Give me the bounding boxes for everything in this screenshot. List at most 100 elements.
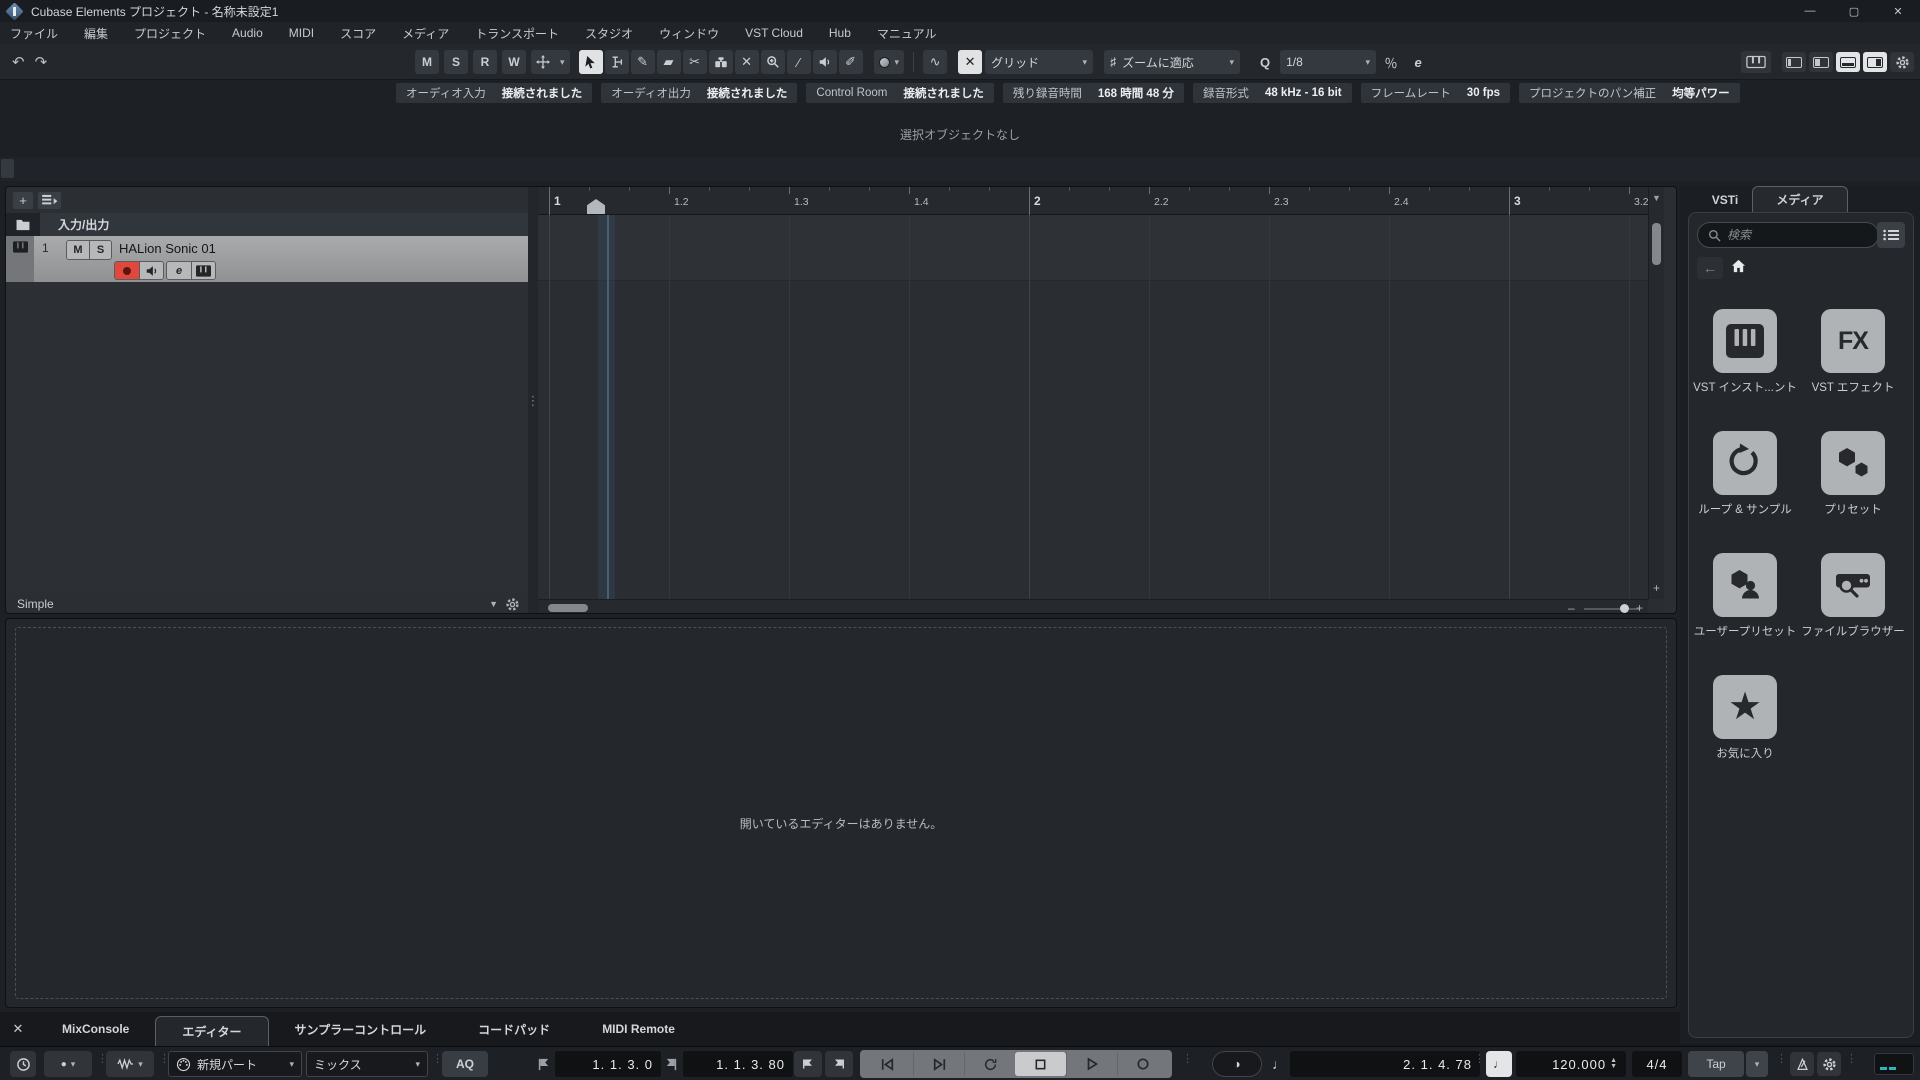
open-instrument-button[interactable] — [191, 262, 215, 279]
project-cursor[interactable] — [607, 215, 609, 599]
track-solo-button[interactable]: S — [89, 241, 111, 259]
menu-audio[interactable]: Audio — [232, 26, 263, 40]
quantize-panel-button[interactable]: e — [1406, 50, 1430, 74]
record-button[interactable] — [1117, 1052, 1168, 1076]
audio-performance-meter[interactable] — [1874, 1053, 1914, 1075]
close-button[interactable]: ✕ — [1876, 0, 1920, 22]
tile-presets[interactable] — [1821, 431, 1885, 495]
tempo-field[interactable]: 120.000 ▲ ▼ — [1516, 1051, 1626, 1077]
auto-scroll-button[interactable]: ▾ — [531, 50, 570, 74]
window-layout-setup-button[interactable] — [1890, 52, 1914, 72]
record-mode-selector[interactable]: ● ▾ — [44, 1051, 92, 1077]
timeline-ruler[interactable]: 1 1.2 1.3 1.4 2 2.2 2.3 2.4 3 3.2 — [538, 187, 1664, 215]
on-screen-keyboard-button[interactable] — [1741, 51, 1771, 73]
tile-user-presets[interactable] — [1713, 553, 1777, 617]
track-list-splitter[interactable]: ⋮ — [527, 187, 540, 613]
punch-out-button[interactable] — [825, 1051, 853, 1077]
info-record-time[interactable]: 残り録音時間 168 時間 48 分 — [1002, 82, 1184, 103]
left-locator-field[interactable]: 1. 1. 3. 0 — [555, 1051, 661, 1077]
zoom-preset-select[interactable]: ♯ ズームに適応 ▾ — [1104, 50, 1241, 74]
monitor-button[interactable] — [139, 262, 163, 279]
horizontal-scrollbar[interactable]: – + — [538, 599, 1648, 613]
maximize-button[interactable]: ▢ — [1832, 0, 1876, 22]
left-zone-handle[interactable] — [1, 159, 14, 178]
menu-manual[interactable]: マニュアル — [877, 25, 937, 42]
metronome-button[interactable] — [1790, 1052, 1814, 1076]
mute-all-button[interactable]: M — [415, 50, 439, 74]
metronome-setup-gear-icon[interactable] — [1817, 1052, 1841, 1076]
instrument-track[interactable]: 1 M S HALion Sonic 01 e — [6, 236, 528, 282]
time-signature-field[interactable]: 4/4 — [1632, 1051, 1682, 1077]
toggle-left-zone-button[interactable] — [1782, 52, 1806, 72]
cycle-button[interactable] — [964, 1052, 1015, 1076]
tab-editor[interactable]: エディター — [155, 1016, 269, 1046]
range-selection-tool[interactable] — [604, 50, 629, 74]
toggle-right-zone-button[interactable] — [1863, 52, 1887, 72]
track-height-preset[interactable]: Simple — [17, 597, 54, 611]
toggle-lower-zone-button[interactable] — [1836, 52, 1860, 72]
tab-vsti[interactable]: VSTi — [1700, 188, 1750, 212]
info-frame-rate[interactable]: フレームレート 30 fps — [1360, 82, 1511, 103]
tab-media[interactable]: メディア — [1752, 186, 1848, 212]
tab-chord-pads[interactable]: コードパッド — [452, 1012, 576, 1046]
midi-record-mode-selector[interactable]: 新規パート ▾ — [168, 1051, 302, 1077]
info-pan-law[interactable]: プロジェクトのパン補正 均等パワー — [1519, 82, 1740, 103]
snap-type-button[interactable]: ✕ — [958, 50, 983, 74]
tile-loops-samples[interactable] — [1713, 431, 1777, 495]
jog-shuttle-button[interactable]: ◑ — [1212, 1051, 1262, 1077]
right-locator-field[interactable]: 1. 1. 3. 80 — [683, 1051, 793, 1077]
track-presets-button[interactable] — [38, 191, 61, 209]
grid-type-select[interactable]: グリッド ▾ — [985, 50, 1094, 74]
audio-record-mode-selector[interactable]: ▾ — [106, 1051, 154, 1077]
glue-tool[interactable] — [708, 50, 733, 74]
menu-studio[interactable]: スタジオ — [585, 25, 633, 42]
time-format-icon[interactable]: ♩ — [1272, 1056, 1286, 1072]
zoom-slider-track[interactable] — [1584, 608, 1640, 610]
snap-on-off-button[interactable]: ∿ — [923, 50, 948, 74]
menu-edit[interactable]: 編集 — [84, 25, 108, 42]
scroll-up-icon[interactable]: ▼ — [1652, 193, 1661, 203]
track-name[interactable]: HALion Sonic 01 — [119, 241, 216, 256]
play-tool[interactable] — [812, 50, 837, 74]
menu-score[interactable]: スコア — [340, 25, 376, 42]
goto-next-marker-button[interactable] — [913, 1052, 964, 1076]
menu-window[interactable]: ウィンドウ — [659, 25, 719, 42]
punch-in-button[interactable] — [794, 1051, 822, 1077]
mute-tool[interactable]: ✕ — [734, 50, 759, 74]
track-list-settings-gear-icon[interactable] — [505, 597, 520, 612]
tab-midi-remote[interactable]: MIDI Remote — [576, 1012, 701, 1046]
tab-sampler-control[interactable]: サンプラーコントロール — [269, 1012, 453, 1046]
info-audio-input[interactable]: オーディオ入力 接続されました — [396, 82, 593, 103]
tempo-stepper[interactable]: ▲ ▼ — [1610, 1057, 1618, 1070]
erase-tool[interactable]: ▰ — [656, 50, 681, 74]
tile-vst-effects[interactable]: FX — [1821, 309, 1885, 373]
undo-button[interactable]: ↶ — [12, 53, 25, 71]
tap-tempo-button[interactable]: Tap — [1688, 1051, 1744, 1077]
io-folder-track[interactable]: 入力/出力 — [6, 213, 528, 236]
toggle-inspector-button[interactable] — [1809, 52, 1833, 72]
write-automation-button[interactable]: W — [502, 50, 526, 74]
record-modes-button[interactable] — [10, 1051, 36, 1077]
zoom-in-button[interactable]: + — [1636, 601, 1643, 613]
vertical-scroll-thumb[interactable] — [1652, 223, 1661, 265]
color-menu[interactable]: ▾ — [873, 50, 905, 74]
menu-vst-cloud[interactable]: VST Cloud — [745, 26, 803, 40]
menu-hub[interactable]: Hub — [829, 26, 851, 40]
tempo-track-button[interactable]: ♩ — [1486, 1051, 1512, 1077]
minimize-button[interactable]: — — [1788, 0, 1832, 22]
event-grid[interactable] — [538, 215, 1664, 599]
midi-mix-mode-selector[interactable]: ミックス ▾ — [306, 1051, 428, 1077]
split-tool[interactable]: ✂ — [682, 50, 707, 74]
auto-scroll-caret[interactable]: ▾ — [555, 57, 570, 68]
menu-project[interactable]: プロジェクト — [134, 25, 206, 42]
quantize-button[interactable]: Q — [1253, 50, 1277, 74]
vertical-zoom-in-button[interactable]: + — [1653, 581, 1660, 595]
info-audio-output[interactable]: オーディオ出力 接続されました — [601, 82, 798, 103]
stop-button[interactable] — [1015, 1052, 1066, 1076]
zoom-out-button[interactable]: – — [1568, 601, 1575, 613]
solo-all-button[interactable]: S — [444, 50, 468, 74]
info-record-format[interactable]: 録音形式 48 kHz - 16 bit — [1192, 82, 1352, 103]
color-tool[interactable]: ✐ — [838, 50, 863, 74]
redo-button[interactable]: ↷ — [35, 53, 48, 71]
vertical-scrollbar[interactable]: ▼ + — [1648, 187, 1664, 599]
